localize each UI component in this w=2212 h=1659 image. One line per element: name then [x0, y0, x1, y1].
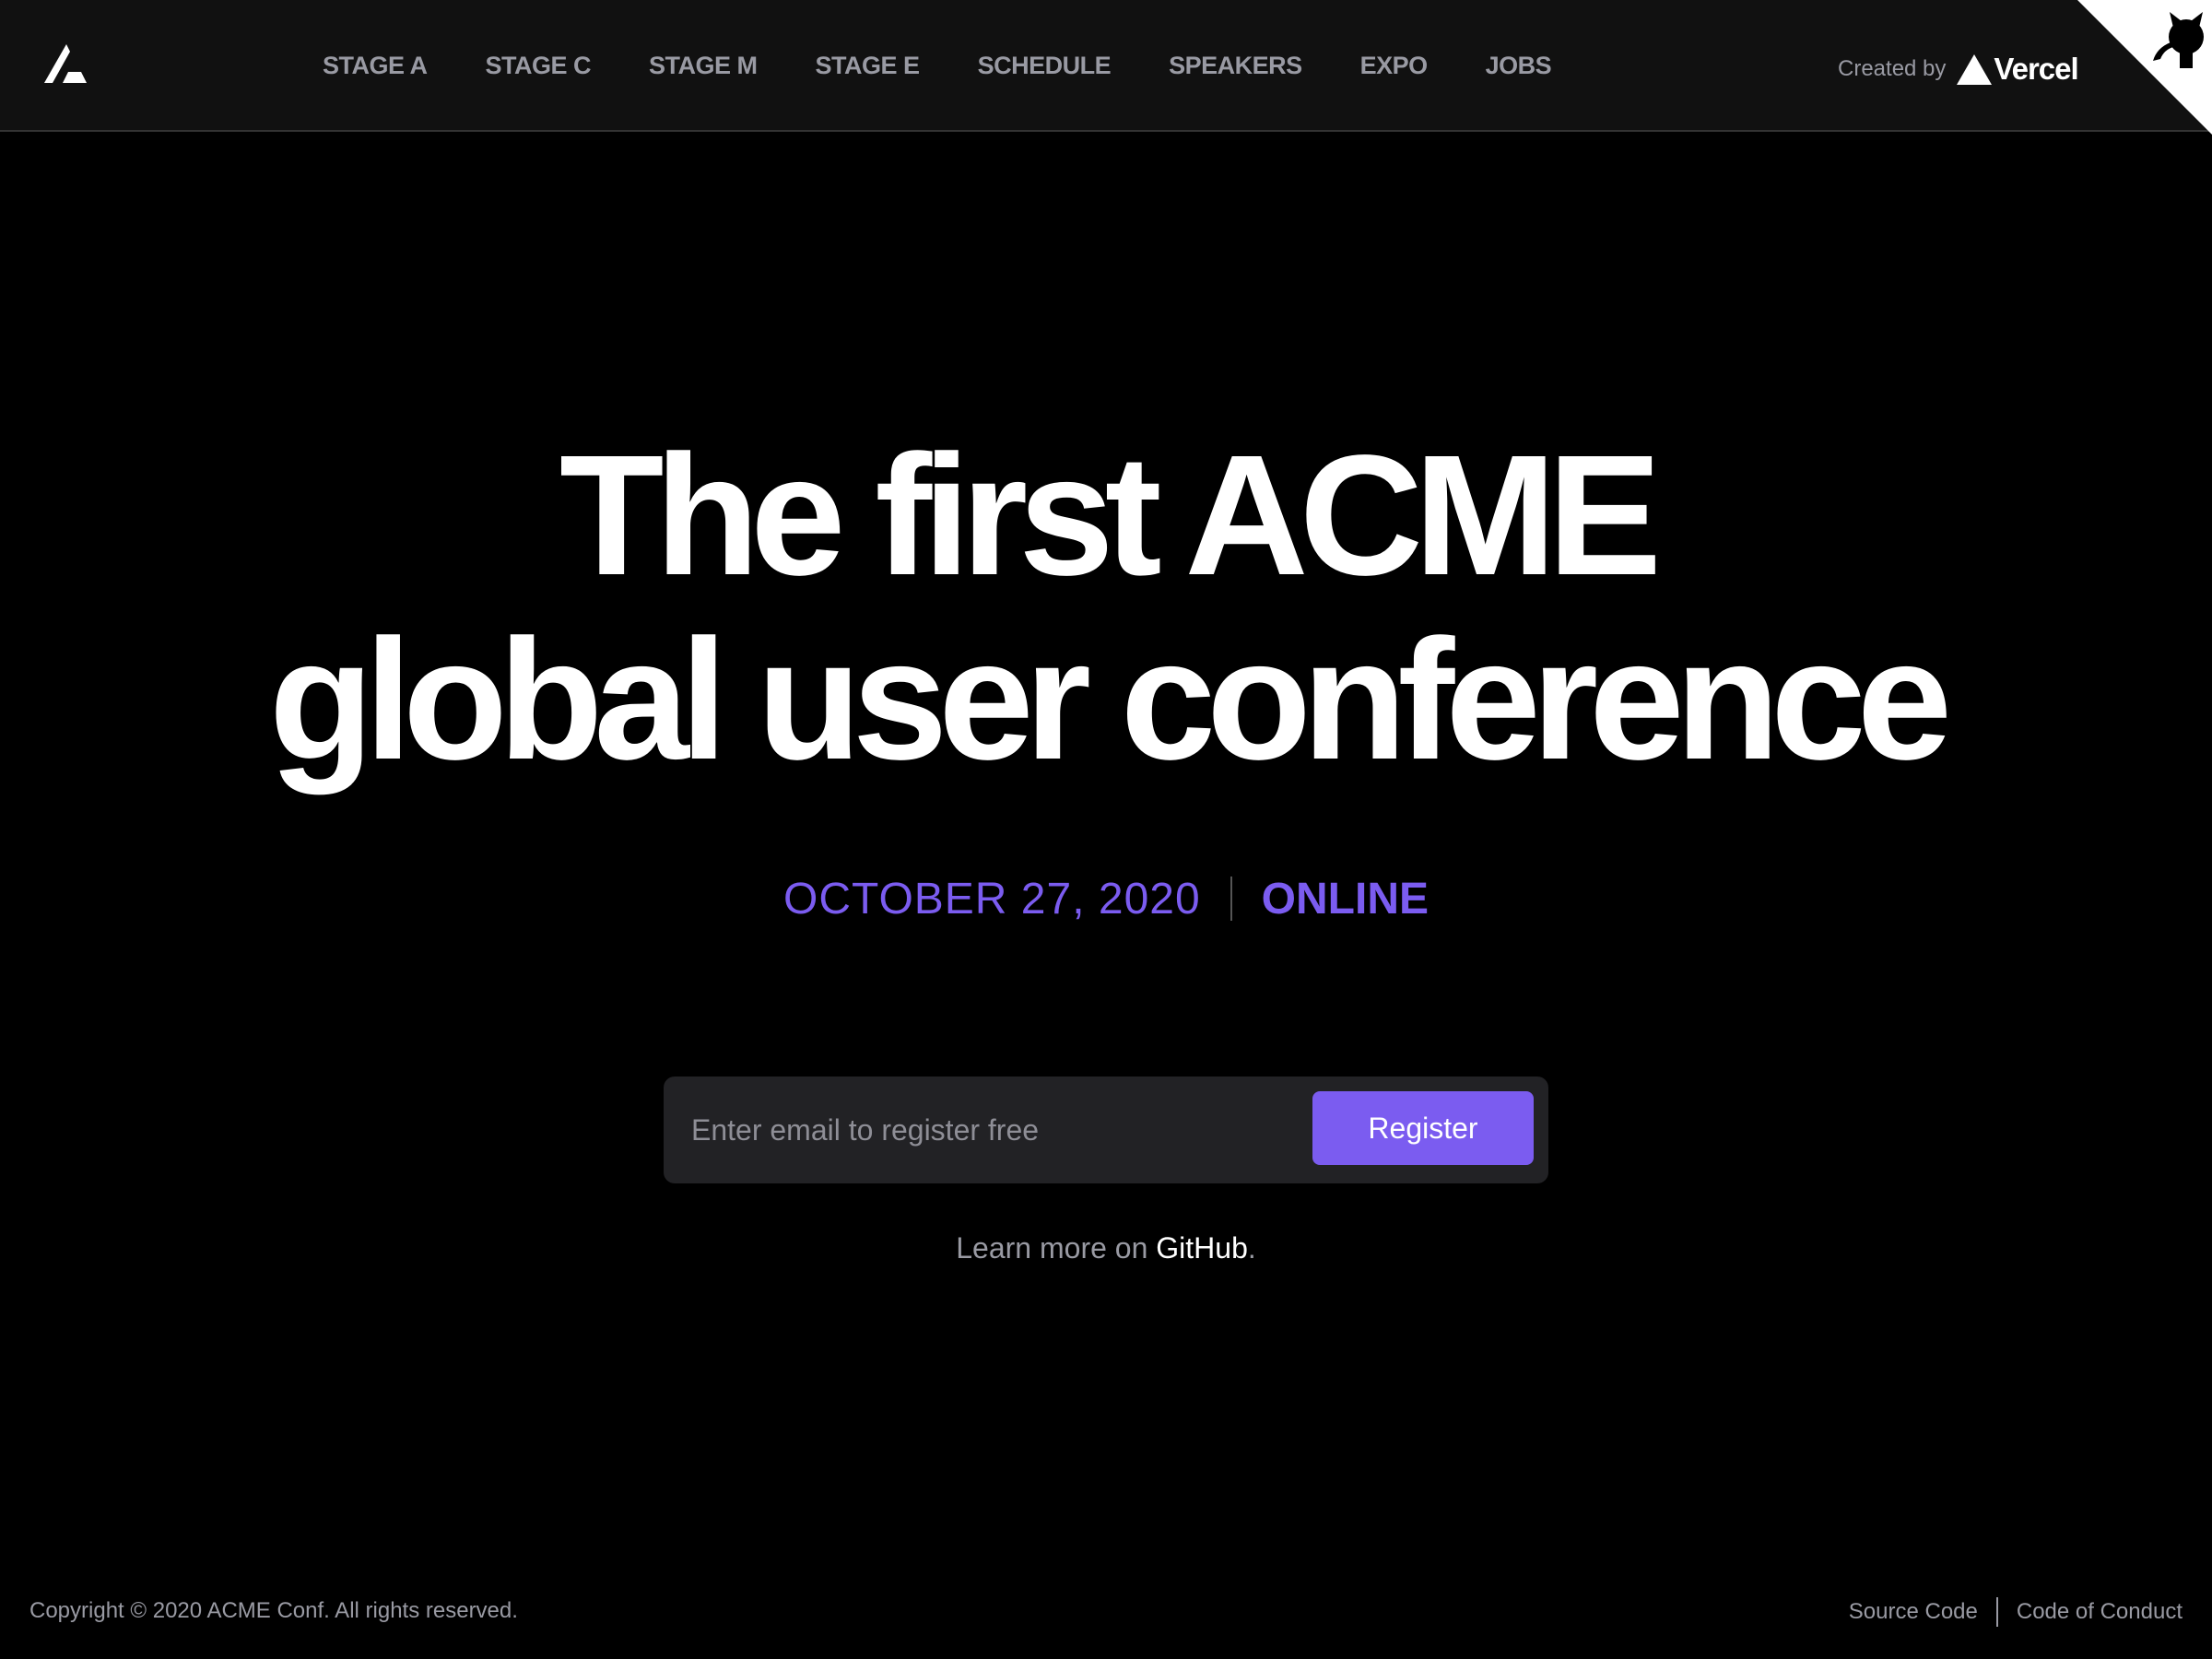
learn-more-text: Learn more on GitHub. [0, 1231, 2212, 1265]
event-info-divider [1230, 877, 1232, 921]
vercel-wordmark: Vercel [1994, 52, 2078, 86]
copyright-text: Copyright © 2020 ACME Conf. All rights r… [29, 1598, 518, 1623]
footer-divider [1995, 1597, 1998, 1627]
nav-stage-a[interactable]: STAGE A [323, 52, 428, 80]
event-info: OCTOBER 27, 2020 ONLINE [0, 871, 2212, 926]
hero-title-line-2: global user conference [268, 605, 1952, 795]
nav-jobs[interactable]: JOBS [1486, 52, 1552, 80]
hero-title: The first ACME global user conference [0, 424, 2212, 793]
created-by-vercel-link[interactable]: Created by Vercel [1838, 0, 2079, 138]
nav-expo[interactable]: EXPO [1360, 52, 1429, 80]
event-location: ONLINE [1261, 874, 1429, 924]
nav-speakers[interactable]: SPEAKERS [1169, 52, 1302, 80]
source-code-link[interactable]: Source Code [1849, 1599, 1978, 1625]
learn-more-suffix: . [1247, 1231, 1256, 1265]
nav-stage-m[interactable]: STAGE M [649, 52, 758, 80]
main-nav: STAGE A STAGE C STAGE M STAGE E SCHEDULE… [323, 0, 1552, 132]
acme-logo-icon[interactable] [44, 44, 88, 83]
learn-more-prefix: Learn more on [956, 1231, 1157, 1265]
nav-schedule[interactable]: SCHEDULE [978, 52, 1112, 80]
site-header: STAGE A STAGE C STAGE M STAGE E SCHEDULE… [0, 0, 2212, 132]
register-button[interactable]: Register [1312, 1091, 1534, 1165]
event-date: OCTOBER 27, 2020 [782, 874, 1201, 924]
hero-title-line-1: The first ACME [559, 420, 1662, 611]
nav-stage-e[interactable]: STAGE E [816, 52, 921, 80]
nav-stage-c[interactable]: STAGE C [486, 52, 592, 80]
email-input[interactable] [691, 1095, 1300, 1165]
github-link[interactable]: GitHub [1156, 1231, 1248, 1265]
register-form: Register [664, 1077, 1548, 1183]
vercel-triangle-icon [1957, 53, 1993, 85]
github-corner-icon[interactable] [2077, 0, 2212, 135]
page: STAGE A STAGE C STAGE M STAGE E SCHEDULE… [0, 0, 2212, 1659]
code-of-conduct-link[interactable]: Code of Conduct [2017, 1599, 2183, 1625]
created-by-label: Created by [1838, 56, 1947, 81]
footer-links: Source Code Code of Conduct [1849, 1596, 2183, 1628]
